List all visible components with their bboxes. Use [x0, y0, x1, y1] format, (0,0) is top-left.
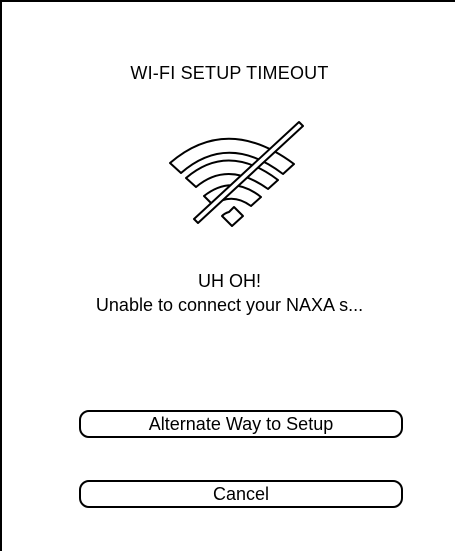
- error-heading: UH OH!: [198, 271, 261, 291]
- wifi-off-icon: [169, 121, 304, 227]
- page-title: WI-FI SETUP TIMEOUT: [130, 63, 329, 83]
- error-message: Unable to connect your NAXA s...: [95, 295, 364, 315]
- wifi-setup-timeout-screen: WI-FI SETUP TIMEOUT UH OH! Unable to con…: [0, 0, 455, 551]
- alternate-setup-button[interactable]: Alternate Way to Setup: [79, 410, 403, 438]
- cancel-button[interactable]: Cancel: [79, 480, 403, 508]
